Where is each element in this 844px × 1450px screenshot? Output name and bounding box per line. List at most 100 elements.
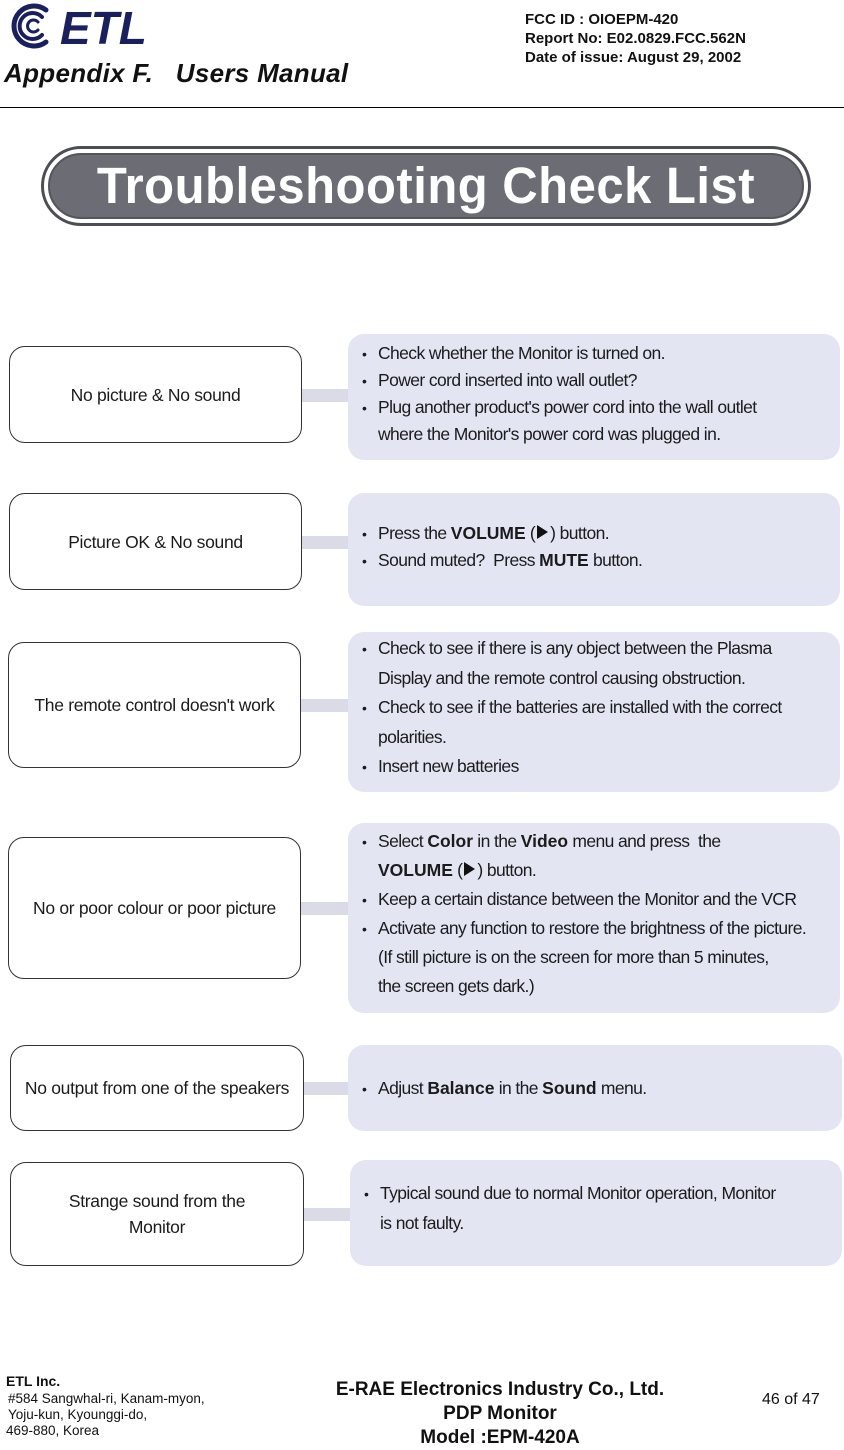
footer-product: PDP Monitor — [443, 1403, 557, 1424]
solution-text: Press the — [378, 522, 451, 543]
solution-line: • Select Color in the Video menu and pres… — [362, 831, 828, 860]
solution-keyword: Sound — [542, 1077, 597, 1098]
problem-box: Picture OK & No sound — [9, 493, 302, 590]
solution-line: • Typical sound due to normal Monitor ope… — [364, 1183, 830, 1213]
solution-text: Check whether the Monitor is turned on. — [378, 343, 666, 363]
solution-keyword: Balance — [427, 1077, 495, 1098]
solution-line: (If still picture is on the screen for m… — [362, 947, 828, 976]
problem-label: Picture OK & No sound — [68, 531, 243, 552]
solution-keyword: Video — [520, 831, 569, 851]
connector-bar — [302, 535, 348, 549]
bullet-icon: • — [362, 346, 367, 362]
footer-address-line: 469-880, Korea — [6, 1423, 100, 1438]
solution-text: Select — [378, 831, 428, 851]
bullet-icon: • — [362, 759, 367, 776]
bullet-icon: • — [362, 1080, 367, 1097]
solution-box: • Typical sound due to normal Monitor ope… — [350, 1160, 842, 1266]
problem-box: No picture & No sound — [9, 346, 302, 443]
fcc-id: FCC ID : OIOEPM-420 — [525, 11, 679, 28]
solution-text: in the — [473, 831, 521, 851]
solution-text: in the — [494, 1077, 543, 1098]
solution-text: button. — [588, 549, 643, 570]
solution-line: where the Monitor's power cord was plugg… — [362, 424, 828, 451]
solution-line: polarities. — [362, 727, 828, 757]
footer-product-block: E-RAE Electronics Industry Co., Ltd. PDP… — [300, 1378, 700, 1450]
solution-line: the screen gets dark.) — [362, 976, 828, 1005]
solution-box: • Press the VOLUME () button. • Sound muted… — [348, 493, 840, 606]
bullet-icon: • — [364, 1186, 369, 1202]
report-number: Report No: E02.0829.FCC.562N — [525, 30, 746, 47]
solution-text: is not faulty. — [380, 1213, 464, 1233]
etl-logo-icon: ETL — [11, 2, 147, 50]
date-of-issue: Date of issue: August 29, 2002 — [525, 49, 742, 66]
solution-text: ( — [525, 522, 536, 543]
problem-box: The remote control doesn't work — [8, 642, 301, 768]
bullet-icon: • — [362, 892, 367, 908]
footer-address-block: ETL Inc. #584 Sangwhal-ri, Kanam-myon, Y… — [6, 1373, 205, 1439]
solution-text: menu. — [596, 1077, 647, 1098]
appendix-title: Appendix F. Users Manual — [4, 58, 349, 88]
solution-line: • Plug another product's power cord into … — [362, 397, 828, 424]
solution-box: • Select Color in the Video menu and pres… — [348, 823, 840, 1013]
connector-bar — [301, 699, 348, 712]
solution-text: Power cord inserted into wall outlet? — [378, 370, 638, 390]
bullet-icon: • — [362, 373, 367, 389]
solution-line: • Keep a certain distance between the Mon… — [362, 889, 828, 918]
solution-line: • Adjust Balance in the Sound menu. — [362, 1078, 830, 1099]
solution-line: • Sound muted? Press MUTE button. — [362, 550, 828, 577]
solution-text: Display and the remote control causing o… — [378, 667, 746, 688]
problem-label: No output from one of the speakers — [24, 1078, 290, 1098]
title-banner-inner: Troubleshooting Check List — [48, 153, 804, 219]
bullet-icon: • — [362, 525, 367, 542]
bullet-icon: • — [362, 552, 367, 569]
solution-line: • Check to see if there is any object bet… — [362, 638, 828, 668]
solution-text: Sound muted? Press — [378, 549, 540, 570]
connector-bar — [304, 1082, 348, 1095]
solution-line: • Power cord inserted into wall outlet? — [362, 370, 828, 397]
title-banner: Troubleshooting Check List — [41, 146, 811, 226]
connector-bar — [304, 1208, 350, 1221]
solution-text: Check to see if there is any object betw… — [378, 638, 772, 659]
page-number: 46 of 47 — [762, 1391, 820, 1408]
solution-text: ) button. — [477, 860, 537, 880]
solution-text: (If still picture is on the screen for m… — [378, 947, 769, 967]
bullet-icon: • — [362, 400, 367, 416]
connector-bar — [302, 388, 348, 402]
solution-text: Check to see if the batteries are instal… — [378, 697, 782, 718]
bullet-icon: • — [362, 834, 367, 850]
problem-box: Strange sound from the Monitor — [10, 1162, 304, 1266]
problem-box: No or poor colour or poor picture — [8, 837, 301, 979]
solution-keyword: VOLUME — [378, 860, 453, 880]
bullet-icon: • — [362, 641, 367, 658]
solution-keyword: Color — [427, 831, 474, 851]
solution-text: Typical sound due to normal Monitor oper… — [380, 1183, 776, 1203]
footer-company: ETL Inc. — [6, 1373, 61, 1389]
solution-line: VOLUME ( ) button. — [362, 860, 828, 889]
solution-text: Adjust — [378, 1077, 428, 1098]
footer-address-line: #584 Sangwhal-ri, Kanam-myon, — [8, 1391, 205, 1406]
solution-text: ) button. — [550, 522, 609, 543]
solution-line: • Press the VOLUME () button. — [362, 523, 828, 550]
etl-logo: ETL — [2, 2, 162, 50]
solution-text: Plug another product's power cord into t… — [378, 397, 757, 417]
solution-line: • Check whether the Monitor is turned on. — [362, 343, 828, 370]
problem-label: No or poor colour or poor picture — [32, 898, 276, 918]
solution-text: Activate any function to restore the bri… — [378, 918, 807, 938]
connector-bar — [301, 902, 348, 915]
play-triangle-icon — [537, 524, 549, 539]
solution-text: the screen gets dark.) — [378, 976, 535, 996]
solution-text: ( — [452, 860, 463, 880]
page-title: Troubleshooting Check List — [96, 157, 756, 215]
bullet-icon: • — [362, 921, 367, 937]
solution-box: • Check whether the Monitor is turned on.… — [348, 334, 840, 460]
solution-box: • Adjust Balance in the Sound menu. — [348, 1045, 842, 1131]
solution-text: where the Monitor's power cord was plugg… — [378, 424, 721, 444]
report-info: FCC ID : OIOEPM-420 Report No: E02.0829.… — [525, 10, 746, 67]
solution-text: polarities. — [378, 726, 447, 747]
footer-model: Model :EPM-420A — [420, 1427, 580, 1448]
problem-box: No output from one of the speakers — [10, 1045, 304, 1131]
solution-text: Keep a certain distance between the Moni… — [378, 889, 797, 909]
svg-text:ETL: ETL — [60, 2, 147, 50]
problem-label: The remote control doesn't work — [34, 695, 275, 715]
solution-text: Insert new batteries — [378, 756, 519, 777]
